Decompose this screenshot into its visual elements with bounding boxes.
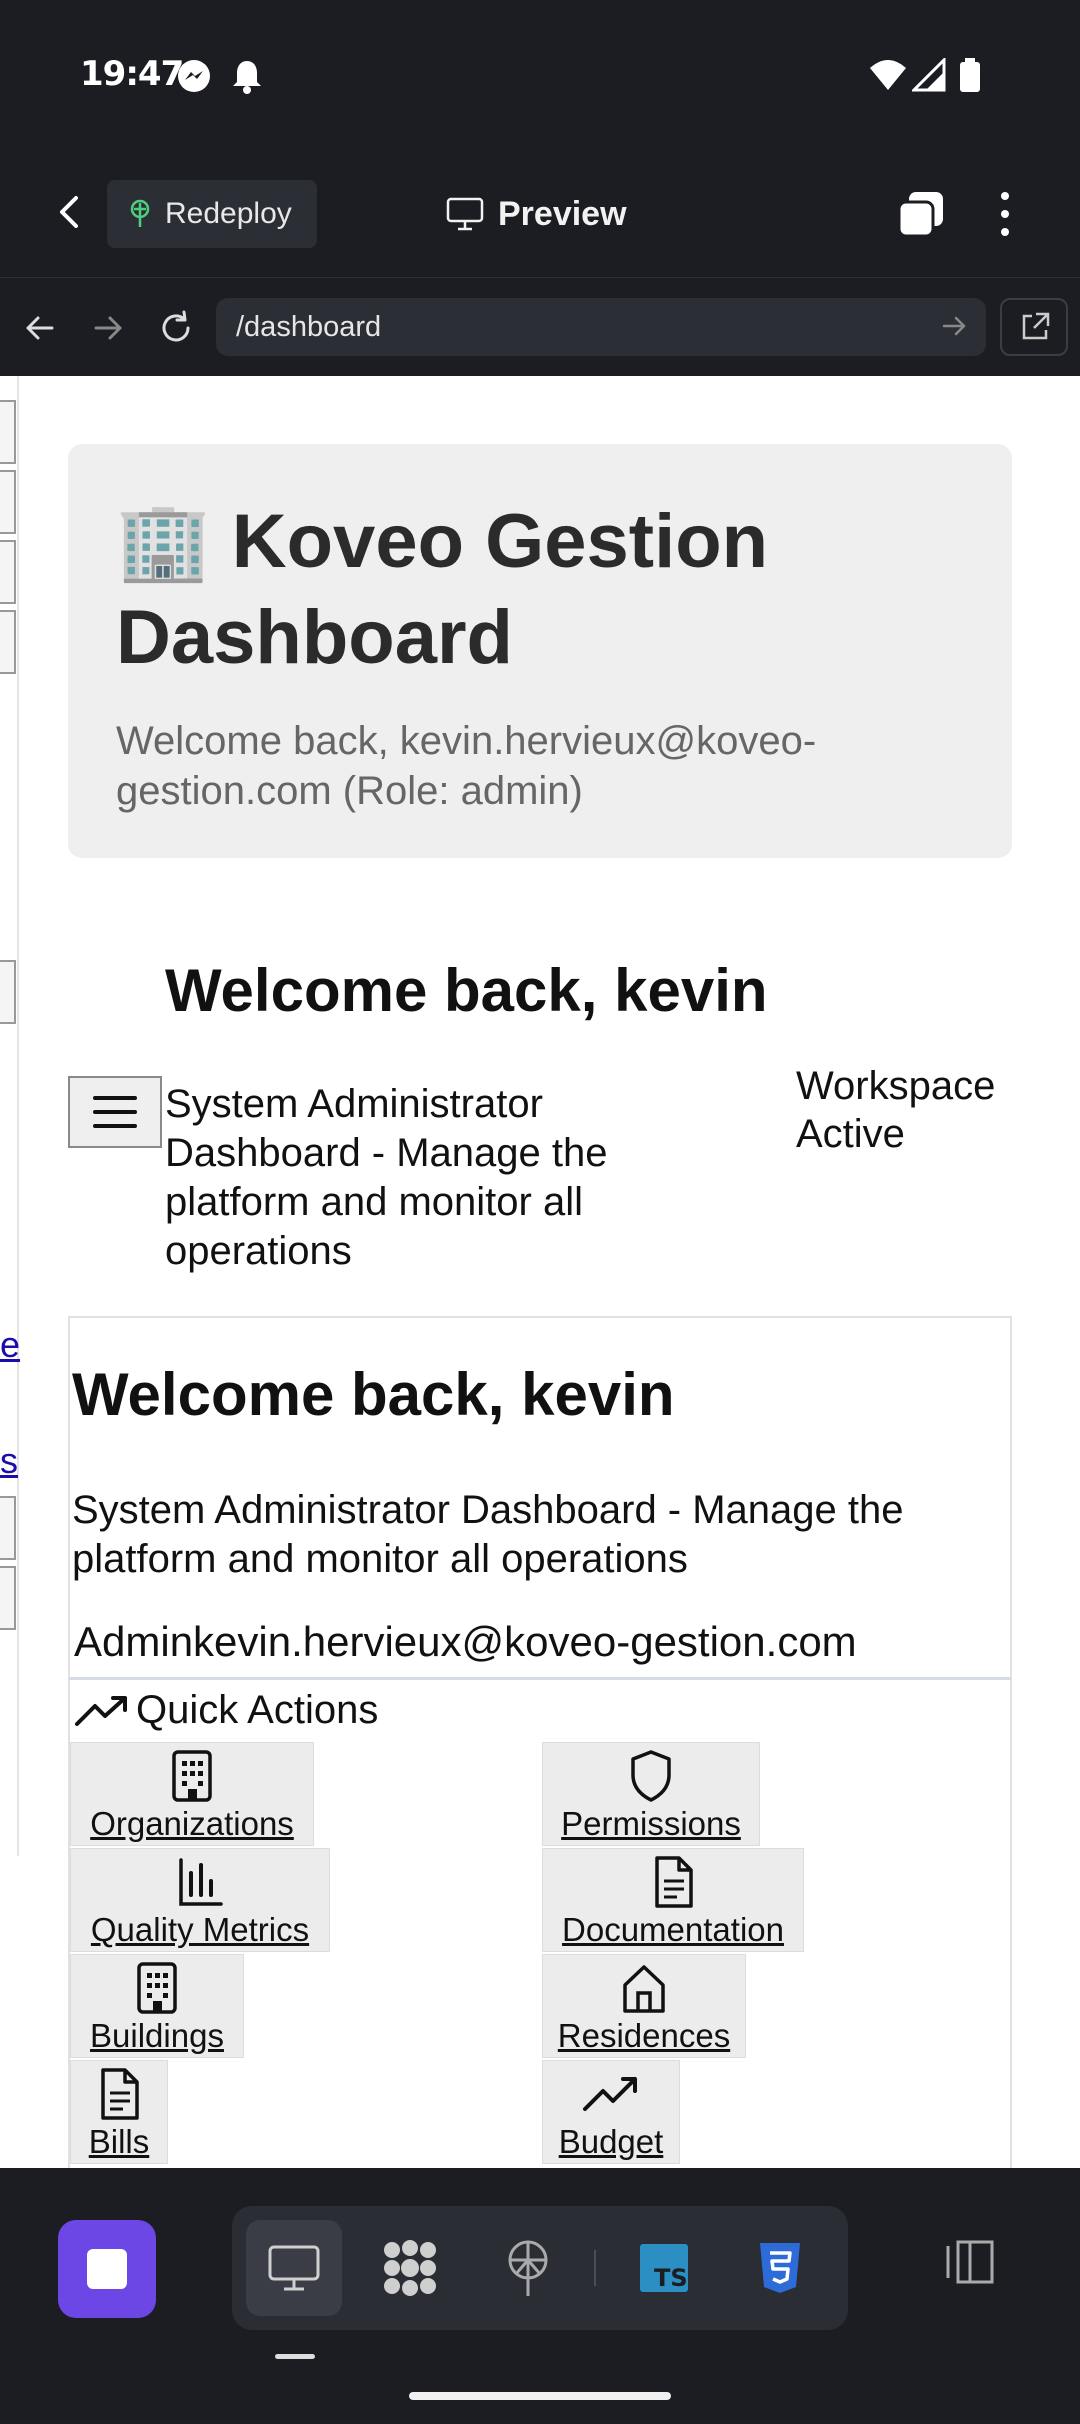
quick-action-label: Residences <box>557 2017 731 2054</box>
external-link-icon <box>1022 312 1050 340</box>
tool-workspace[interactable] <box>362 2220 458 2316</box>
status-bar: 19:47 <box>0 0 1080 150</box>
quick-action-label: Bills <box>88 2123 150 2160</box>
quick-action-organizations[interactable]: Organizations <box>70 1742 314 1846</box>
stop-icon <box>87 2249 127 2289</box>
tabs-switcher-icon[interactable] <box>895 188 947 240</box>
quick-action-label: Buildings <box>90 2017 224 2054</box>
rail-link[interactable]: s <box>0 1440 18 1482</box>
rail-item[interactable] <box>0 960 16 1024</box>
quick-action-budget[interactable]: Budget <box>542 2060 680 2164</box>
quick-action-buildings[interactable]: Buildings <box>70 1954 244 2058</box>
tool-separator <box>594 2250 596 2286</box>
bar-chart-icon <box>179 1858 223 1906</box>
trending-up-icon <box>583 2077 637 2111</box>
quick-action-label: Permissions <box>561 1805 741 1842</box>
rail-item[interactable] <box>0 400 16 464</box>
browser-toolbar: /dashboard <box>0 278 1080 376</box>
wifi-icon <box>870 60 906 90</box>
redeploy-label: Redeploy <box>165 197 292 230</box>
menu-toggle-button[interactable] <box>68 1076 162 1148</box>
tool-typescript-file[interactable]: TS <box>616 2220 712 2316</box>
hero-banner: 🏢 Koveo Gestion Dashboard Welcome back, … <box>68 444 1012 858</box>
building-icon <box>172 1750 212 1802</box>
quick-actions-heading: Quick Actions <box>74 1688 378 1733</box>
status-time: 19:47 <box>80 54 184 94</box>
deploy-icon <box>130 199 150 227</box>
quick-actions-section: Quick Actions Organizations Permissions … <box>68 1680 1012 2168</box>
welcome-card: Welcome back, kevin System Administrator… <box>68 1316 1012 1680</box>
user-info: Adminkevin.hervieux@koveo-gestion.com <box>74 1618 857 1665</box>
quick-action-label: Budget <box>558 2123 664 2160</box>
tool-preview[interactable] <box>246 2220 342 2316</box>
quick-action-label: Documentation <box>562 1911 784 1948</box>
panel-toggle-icon[interactable] <box>940 2232 1000 2292</box>
battery-icon <box>960 58 980 92</box>
home-indicator <box>409 2392 671 2400</box>
go-arrow-icon[interactable] <box>940 312 968 340</box>
rail-item[interactable] <box>0 1566 16 1630</box>
card-heading: Welcome back, kevin <box>72 1361 675 1428</box>
side-rail: e s <box>0 376 20 1856</box>
document-icon <box>101 2068 139 2120</box>
messenger-icon <box>178 60 210 92</box>
home-icon <box>623 1965 665 2013</box>
workspace-status: Workspace Active <box>796 1064 996 1156</box>
rail-item[interactable] <box>0 540 16 604</box>
url-text: /dashboard <box>236 310 382 343</box>
cellular-signal-icon <box>912 58 946 92</box>
nav-back-arrow-icon[interactable] <box>20 308 60 348</box>
trending-up-icon <box>75 1695 127 1726</box>
redeploy-button[interactable]: Redeploy <box>107 180 317 248</box>
rail-link[interactable]: e <box>0 1324 20 1366</box>
nav-forward-arrow-icon[interactable] <box>88 308 128 348</box>
building-icon <box>137 1962 177 2014</box>
deploy-icon <box>508 2240 548 2296</box>
preview-label: Preview <box>498 194 627 233</box>
rail-item[interactable] <box>0 1496 16 1560</box>
stop-button[interactable] <box>58 2220 156 2318</box>
hamburger-icon <box>93 1096 137 1128</box>
hero-title: 🏢 Koveo Gestion Dashboard <box>116 499 769 680</box>
page-subtitle: System Administrator Dashboard - Manage … <box>165 1082 608 1273</box>
grid-blob-icon <box>384 2240 436 2296</box>
hero-subtitle: Welcome back, kevin.hervieux@koveo-gesti… <box>116 719 817 813</box>
tool-switcher: TS <box>232 2206 848 2330</box>
tool-deploy[interactable] <box>480 2220 576 2316</box>
back-chevron-icon[interactable] <box>48 190 92 234</box>
quick-action-label: Organizations <box>90 1805 294 1842</box>
open-external-button[interactable] <box>1000 298 1068 356</box>
quick-action-quality-metrics[interactable]: Quality Metrics <box>70 1848 330 1952</box>
rail-item[interactable] <box>0 470 16 534</box>
quick-action-label: Quality Metrics <box>90 1911 310 1948</box>
preview-viewport: e s 🏢 Koveo Gestion Dashboard Welcome ba… <box>0 376 1080 2168</box>
tool-css-file[interactable] <box>732 2220 828 2316</box>
rail-item[interactable] <box>0 610 16 674</box>
quick-action-residences[interactable]: Residences <box>542 1954 746 2058</box>
preview-title: Preview <box>446 190 627 238</box>
typescript-icon: TS <box>640 2244 688 2292</box>
document-icon <box>655 1856 693 1908</box>
monitor-icon <box>446 197 484 231</box>
active-tab-indicator <box>275 2354 315 2359</box>
quick-actions-title: Quick Actions <box>136 1688 379 1732</box>
css3-icon <box>760 2243 800 2293</box>
card-description: System Administrator Dashboard - Manage … <box>72 1488 904 1581</box>
app-header: Redeploy Preview <box>0 150 1080 278</box>
svg-text:TS: TS <box>654 2264 688 2292</box>
shield-icon <box>631 1750 671 1802</box>
quick-action-permissions[interactable]: Permissions <box>542 1742 760 1846</box>
more-vertical-icon[interactable] <box>990 188 1020 240</box>
quick-action-documentation[interactable]: Documentation <box>542 1848 804 1952</box>
page-heading: Welcome back, kevin <box>165 957 768 1024</box>
quick-action-bills[interactable]: Bills <box>70 2060 168 2164</box>
url-input[interactable]: /dashboard <box>216 298 986 356</box>
notification-bell-icon <box>233 61 261 94</box>
monitor-icon <box>268 2245 320 2291</box>
reload-icon[interactable] <box>156 308 196 348</box>
bottom-toolbar: TS <box>0 2168 1080 2424</box>
